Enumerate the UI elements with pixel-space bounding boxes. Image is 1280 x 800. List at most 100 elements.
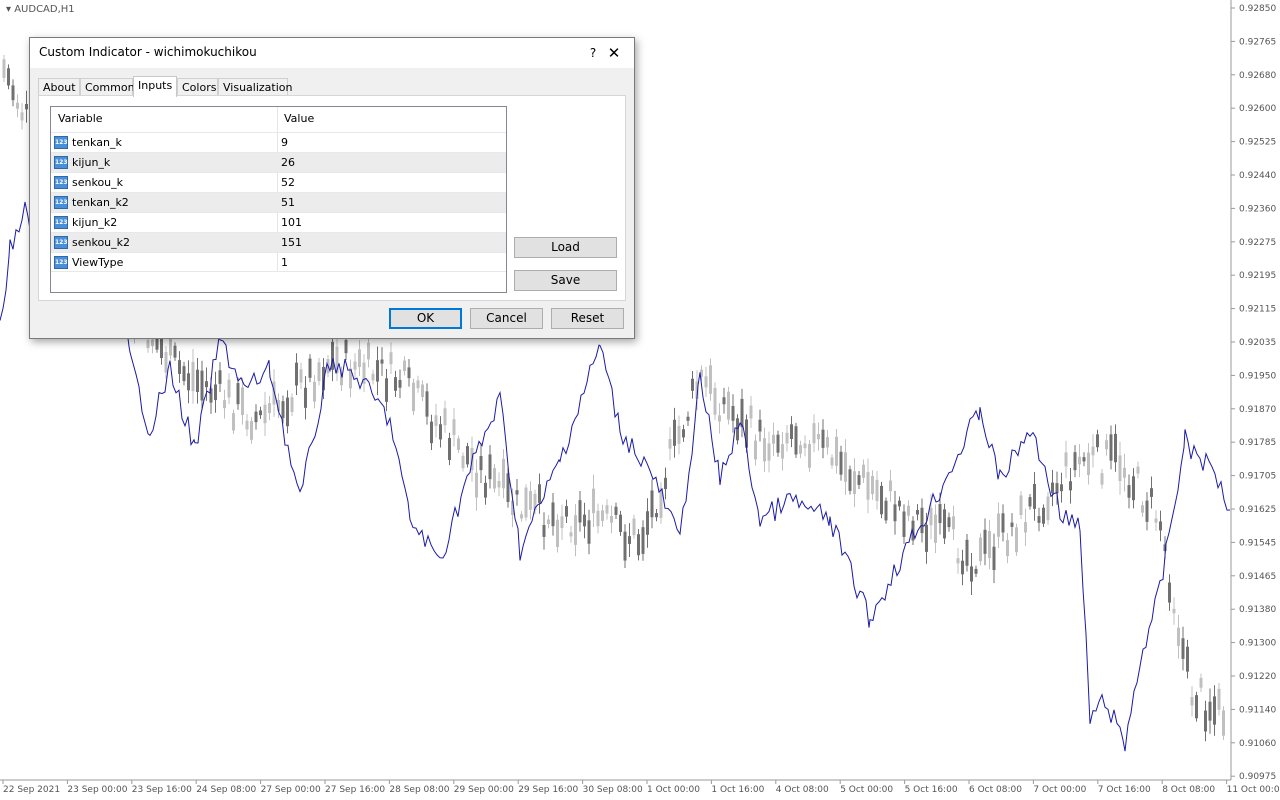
candle-body	[920, 507, 924, 534]
candle-body	[610, 515, 613, 523]
candle-body	[1213, 696, 1216, 725]
symbol-text: AUDCAD,H1	[14, 4, 75, 15]
tab-common[interactable]: Common	[80, 78, 135, 95]
candle-body	[821, 429, 825, 448]
candle-body	[956, 558, 960, 564]
candle-body	[1096, 434, 1099, 448]
cancel-button[interactable]: Cancel	[470, 308, 543, 329]
candle-body	[704, 376, 708, 388]
candle-body	[403, 360, 406, 371]
candle-body	[632, 518, 636, 536]
time-tick-label: 5 Oct 00:00	[840, 785, 893, 795]
variable-value[interactable]: 26	[281, 153, 295, 173]
candle-body	[799, 445, 802, 454]
candle-body	[812, 423, 816, 444]
candle-body	[565, 506, 568, 517]
candle-body	[776, 434, 780, 453]
time-tick-label: 29 Sep 00:00	[454, 785, 514, 795]
table-row[interactable]: 123 kijun_k2 101	[51, 212, 506, 232]
time-tick-label: 7 Oct 16:00	[1098, 785, 1151, 795]
parameters-table[interactable]: Variable Value 123 tenkan_k 9 123 kijun_…	[50, 106, 507, 293]
tab-visualization[interactable]: Visualization	[218, 78, 292, 95]
candle-body	[196, 369, 199, 392]
price-tick-label: 0.92115	[1239, 305, 1276, 315]
price-tick-label: 0.92035	[1239, 338, 1276, 348]
save-button[interactable]: Save	[514, 270, 617, 291]
dialog-titlebar[interactable]: Custom Indicator - wichimokuchikou ? ✕	[30, 38, 634, 68]
candle-body	[650, 490, 654, 518]
candle-body	[686, 416, 690, 421]
variable-name: senkou_k2	[72, 236, 131, 249]
candle-body	[484, 482, 487, 498]
candle-body	[938, 504, 942, 524]
candle-body	[772, 434, 775, 444]
load-button[interactable]: Load	[514, 237, 617, 258]
price-tick-label: 0.92765	[1239, 37, 1276, 47]
column-header-value[interactable]: Value	[284, 107, 314, 129]
candle-body	[754, 440, 757, 460]
candle-body	[587, 520, 591, 544]
ok-button[interactable]: OK	[389, 308, 462, 329]
variable-value[interactable]: 9	[281, 133, 288, 153]
candle-body	[862, 464, 865, 478]
variable-value[interactable]: 52	[281, 173, 295, 193]
candle-body	[727, 391, 730, 420]
close-icon[interactable]: ✕	[594, 38, 634, 68]
table-row[interactable]: 123 kijun_k 26	[51, 152, 506, 172]
table-row[interactable]: 123 tenkan_k 9	[51, 132, 506, 152]
price-tick-label: 0.91060	[1239, 739, 1276, 749]
candle-body	[371, 373, 375, 381]
table-row[interactable]: 123 senkou_k2 151	[51, 232, 506, 252]
candle-body	[295, 362, 298, 386]
dropdown-triangle-icon[interactable]: ▾	[6, 4, 14, 15]
candle-body	[691, 378, 694, 391]
candle-body	[871, 475, 874, 495]
candle-body	[848, 469, 852, 491]
time-tick-label: 8 Oct 08:00	[1162, 785, 1215, 795]
candle-body	[592, 488, 595, 514]
integer-type-icon: 123	[54, 216, 68, 229]
candle-body	[560, 516, 564, 529]
candle-body	[430, 421, 433, 444]
candle-body	[416, 380, 420, 389]
time-tick-label: 7 Oct 00:00	[1033, 785, 1086, 795]
variable-value[interactable]: 1	[281, 253, 288, 273]
candle-body	[1015, 527, 1018, 553]
candle-body	[1060, 484, 1063, 492]
tab-about[interactable]: About	[38, 78, 80, 95]
column-header-variable[interactable]: Variable	[58, 107, 103, 129]
candle-body	[1208, 701, 1212, 721]
table-row[interactable]: 123 ViewType 1	[51, 252, 506, 272]
candle-body	[443, 408, 447, 426]
candle-body	[664, 477, 667, 490]
candle-body	[965, 539, 969, 566]
candle-body	[952, 516, 955, 530]
candle-body	[839, 451, 843, 475]
table-row[interactable]: 123 tenkan_k2 51	[51, 192, 506, 212]
candle-body	[1118, 455, 1122, 481]
candle-body	[263, 404, 267, 424]
price-tick-label: 0.92195	[1239, 271, 1276, 281]
tab-colors[interactable]: Colors	[177, 78, 218, 95]
candle-body	[2, 59, 6, 78]
candle-body	[1132, 476, 1135, 501]
table-row[interactable]: 123 senkou_k 52	[51, 172, 506, 192]
variable-value[interactable]: 151	[281, 233, 302, 253]
candle-body	[682, 429, 685, 438]
candle-body	[853, 471, 856, 494]
candle-body	[16, 102, 19, 109]
candle-body	[1186, 646, 1189, 672]
candle-body	[524, 487, 528, 518]
candle-body	[866, 472, 870, 500]
candle-body	[574, 515, 577, 545]
candle-body	[794, 426, 798, 455]
candle-body	[205, 381, 208, 388]
reset-button[interactable]: Reset	[551, 308, 624, 329]
candle-body	[434, 415, 438, 426]
candle-body	[578, 500, 582, 523]
tab-inputs[interactable]: Inputs	[133, 76, 177, 97]
variable-value[interactable]: 51	[281, 193, 295, 213]
price-tick-label: 0.91140	[1239, 705, 1276, 715]
variable-value[interactable]: 101	[281, 213, 302, 233]
candle-body	[25, 104, 28, 110]
